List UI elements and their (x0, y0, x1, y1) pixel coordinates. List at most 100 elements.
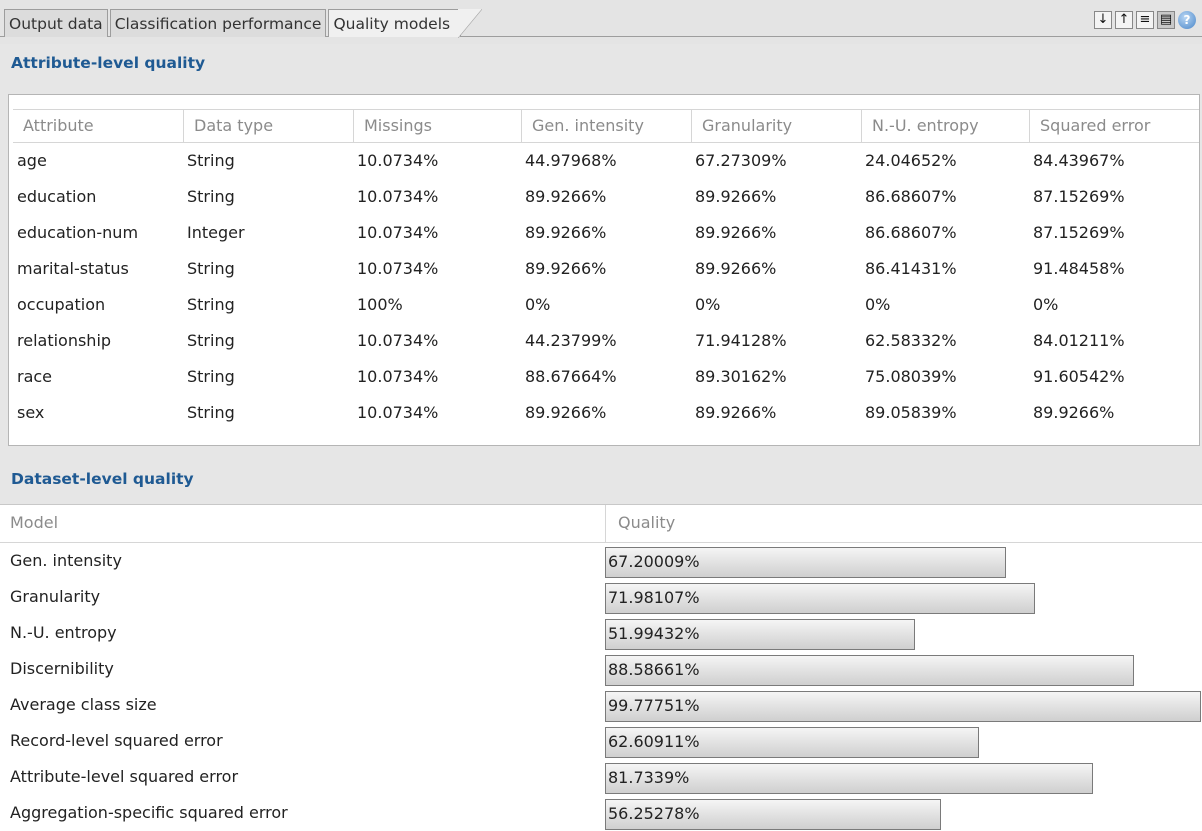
cell-model: Gen. intensity (10, 551, 122, 570)
cell-gen-intensity: 89.9266% (525, 259, 607, 278)
cell-model: N.-U. entropy (10, 623, 117, 642)
cell-nu-entropy: 62.58332% (865, 331, 957, 350)
cell-attribute: education (17, 187, 97, 206)
list-icon[interactable]: ≡ (1136, 11, 1154, 29)
dataset-section-title: Dataset-level quality (11, 470, 194, 488)
cell-model: Granularity (10, 587, 101, 606)
help-icon[interactable]: ? (1178, 11, 1196, 29)
column-header-gen-intensity[interactable]: Gen. intensity (521, 110, 691, 142)
cell-model: Record-level squared error (10, 731, 223, 750)
cell-squared-error: 91.48458% (1033, 259, 1125, 278)
arrow-up-icon[interactable]: ↑ (1115, 11, 1133, 29)
table-row[interactable]: occupation String 100% 0% 0% 0% 0% (13, 287, 1199, 323)
column-header-nu-entropy[interactable]: N.-U. entropy (861, 110, 1029, 142)
cell-data-type: String (187, 259, 235, 278)
cell-nu-entropy: 86.41431% (865, 259, 957, 278)
cell-gen-intensity: 89.9266% (525, 187, 607, 206)
table-row[interactable]: Record-level squared error 62.60911% (0, 723, 1202, 759)
arrow-down-icon[interactable]: ↓ (1094, 11, 1112, 29)
cell-model: Average class size (10, 695, 157, 714)
cell-granularity: 89.9266% (695, 259, 777, 278)
table-row[interactable]: marital-status String 10.0734% 89.9266% 89.9… (13, 251, 1199, 287)
table-row[interactable]: sex String 10.0734% 89.9266% 89.9266% 89.0583… (13, 395, 1199, 431)
cell-data-type: String (187, 151, 235, 170)
tab-output-data[interactable]: Output data (4, 9, 108, 37)
cell-attribute: education-num (17, 223, 139, 242)
tab-strip: Output data Classification performance Q… (0, 0, 1202, 44)
cell-missings: 10.0734% (357, 403, 439, 422)
cell-granularity: 89.30162% (695, 367, 787, 386)
column-header-granularity[interactable]: Granularity (691, 110, 861, 142)
cell-data-type: String (187, 403, 235, 422)
cell-missings: 10.0734% (357, 223, 439, 242)
column-header-attribute[interactable]: Attribute (13, 110, 183, 142)
cell-quality: 88.58661% (605, 651, 1202, 687)
cell-missings: 10.0734% (357, 259, 439, 278)
attribute-table-header: Attribute Data type Missings Gen. intens… (13, 109, 1199, 143)
cell-model: Discernibility (10, 659, 114, 678)
cell-squared-error: 0% (1033, 295, 1059, 314)
cell-data-type: Integer (187, 223, 245, 242)
column-header-data-type[interactable]: Data type (183, 110, 353, 142)
table-row[interactable]: Average class size 99.77751% (0, 687, 1202, 723)
cell-nu-entropy: 24.04652% (865, 151, 957, 170)
cell-nu-entropy: 0% (865, 295, 891, 314)
table-row[interactable]: relationship String 10.0734% 44.23799% 71.94… (13, 323, 1199, 359)
table-row[interactable]: Granularity 71.98107% (0, 579, 1202, 615)
cell-gen-intensity: 44.97968% (525, 151, 617, 170)
table-row[interactable]: Attribute-level squared error 81.7339% (0, 759, 1202, 795)
cell-granularity: 89.9266% (695, 187, 777, 206)
cell-quality: 99.77751% (605, 687, 1202, 723)
cell-nu-entropy: 89.05839% (865, 403, 957, 422)
cell-missings: 100% (357, 295, 403, 314)
column-header-model[interactable]: Model (0, 505, 58, 543)
table-row[interactable]: race String 10.0734% 88.67664% 89.30162% 75.0… (13, 359, 1199, 395)
quality-value: 71.98107% (608, 588, 700, 607)
cell-granularity: 89.9266% (695, 223, 777, 242)
cell-quality: 56.25278% (605, 795, 1202, 831)
tab-row: Output data Classification performance Q… (4, 9, 482, 38)
cell-granularity: 89.9266% (695, 403, 777, 422)
toolbar: ↓ ↑ ≡ ▤ ? (1094, 11, 1196, 29)
cell-missings: 10.0734% (357, 367, 439, 386)
cell-squared-error: 91.60542% (1033, 367, 1125, 386)
column-header-missings[interactable]: Missings (353, 110, 521, 142)
cell-granularity: 0% (695, 295, 721, 314)
cell-data-type: String (187, 367, 235, 386)
cell-gen-intensity: 89.9266% (525, 403, 607, 422)
quality-value: 51.99432% (608, 624, 700, 643)
tab-classification-performance[interactable]: Classification performance (109, 9, 327, 37)
table-row[interactable]: N.-U. entropy 51.99432% (0, 615, 1202, 651)
cell-attribute: relationship (17, 331, 112, 350)
table-row[interactable]: age String 10.0734% 44.97968% 67.27309% 24.04… (13, 143, 1199, 179)
cell-gen-intensity: 88.67664% (525, 367, 617, 386)
cell-data-type: String (187, 295, 235, 314)
cell-quality: 62.60911% (605, 723, 1202, 759)
cell-quality: 71.98107% (605, 579, 1202, 615)
cell-granularity: 67.27309% (695, 151, 787, 170)
cell-squared-error: 87.15269% (1033, 187, 1125, 206)
cell-squared-error: 89.9266% (1033, 403, 1115, 422)
column-header-quality[interactable]: Quality (605, 505, 675, 543)
table-icon[interactable]: ▤ (1157, 11, 1175, 29)
cell-granularity: 71.94128% (695, 331, 787, 350)
cell-quality: 81.7339% (605, 759, 1202, 795)
cell-squared-error: 87.15269% (1033, 223, 1125, 242)
table-row[interactable]: education-num Integer 10.0734% 89.9266% 89.9… (13, 215, 1199, 251)
cell-gen-intensity: 0% (525, 295, 551, 314)
table-row[interactable]: education String 10.0734% 89.9266% 89.9266% 8… (13, 179, 1199, 215)
cell-attribute: age (17, 151, 47, 170)
table-row[interactable]: Aggregation-specific squared error 56.252… (0, 795, 1202, 831)
cell-attribute: race (17, 367, 53, 386)
column-header-squared-error[interactable]: Squared error (1029, 110, 1199, 142)
quality-value: 99.77751% (608, 696, 700, 715)
cell-nu-entropy: 86.68607% (865, 187, 957, 206)
tab-quality-models[interactable]: Quality models (328, 9, 482, 38)
cell-data-type: String (187, 187, 235, 206)
table-row[interactable]: Discernibility 88.58661% (0, 651, 1202, 687)
table-row[interactable]: Gen. intensity 67.20009% (0, 543, 1202, 579)
cell-quality: 67.20009% (605, 543, 1202, 579)
cell-model: Attribute-level squared error (10, 767, 239, 786)
cell-model: Aggregation-specific squared error (10, 803, 288, 822)
dataset-table-header: Model Quality (0, 505, 1202, 543)
